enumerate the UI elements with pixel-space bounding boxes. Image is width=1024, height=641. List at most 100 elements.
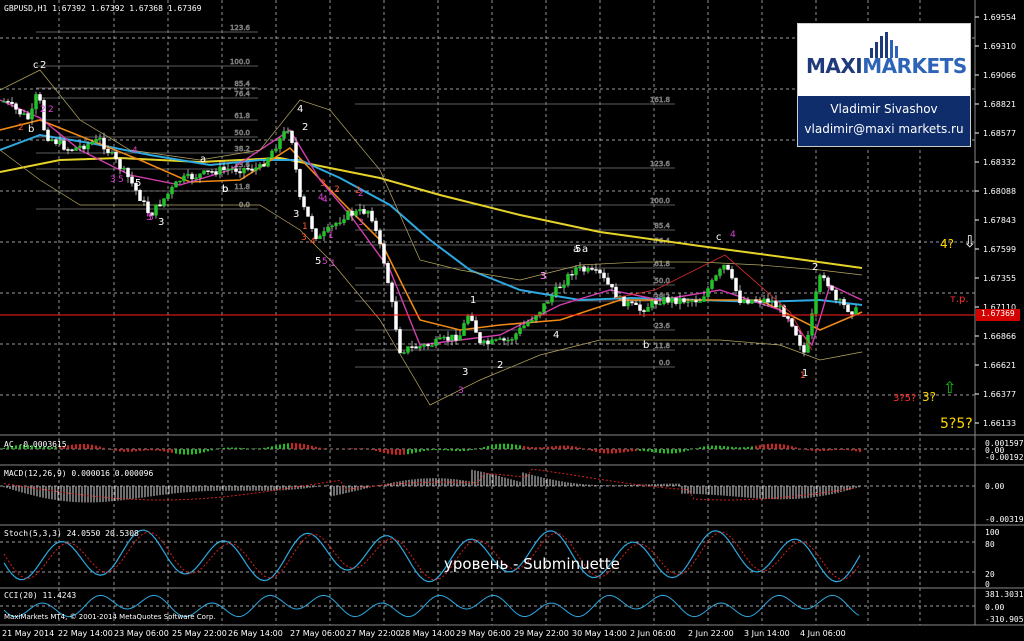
candle-body	[186, 173, 190, 177]
candle	[74, 147, 78, 151]
candle-body	[382, 243, 386, 264]
candle-body	[802, 345, 806, 353]
candle-body	[510, 339, 514, 341]
wave-label-white: a	[573, 244, 579, 255]
candle-body	[350, 210, 354, 216]
candle-body	[490, 339, 494, 345]
candle	[334, 221, 338, 230]
wave-label-magenta: 2	[48, 105, 54, 115]
time-axis-label: 26 May 14:00	[228, 629, 283, 638]
candle-body	[146, 201, 150, 214]
cci-top-value: 381.3031	[985, 590, 1024, 599]
candle-body	[198, 173, 202, 178]
candle	[674, 297, 678, 306]
candle-body	[766, 298, 770, 303]
candle-body	[522, 325, 526, 329]
candle	[226, 163, 230, 176]
candle-body	[686, 301, 690, 303]
candle-body	[234, 168, 238, 172]
wave-label-magenta: 3	[458, 386, 464, 396]
candle	[854, 305, 858, 315]
wave-label-white: b	[643, 340, 649, 351]
candle	[34, 91, 38, 115]
candle	[434, 336, 438, 349]
candle-body	[622, 295, 626, 307]
candle-body	[634, 302, 638, 305]
candle-body	[250, 168, 254, 171]
candle	[730, 265, 734, 281]
candle-body	[370, 210, 374, 222]
candle-body	[30, 108, 34, 120]
candle-body	[678, 298, 682, 304]
macd-zero: 0.00	[985, 482, 1005, 491]
wave-label-red: 2	[334, 185, 340, 195]
candle-body	[270, 150, 274, 159]
candle	[206, 170, 210, 176]
candle-body	[338, 222, 342, 224]
candle-body	[754, 299, 758, 302]
wave-label-white: 5	[135, 178, 141, 189]
candle	[346, 209, 350, 221]
candle-body	[466, 315, 470, 324]
candle-body	[610, 283, 614, 288]
candle-body	[594, 269, 598, 271]
candle-body	[818, 275, 822, 292]
candle-body	[794, 326, 798, 336]
candle	[14, 102, 18, 114]
wave-label-magenta: 1	[328, 231, 334, 241]
wave-label-white: 2	[497, 360, 503, 371]
candle-body	[18, 109, 22, 115]
candle	[258, 162, 262, 171]
candle	[342, 214, 346, 226]
candle	[574, 265, 578, 280]
candle	[602, 268, 606, 282]
candle-body	[626, 301, 630, 307]
candle	[406, 346, 410, 355]
cci-label: CCI(20) 11.4243	[4, 591, 77, 600]
candle-body	[478, 332, 482, 344]
up-arrow-icon: ⇧	[943, 378, 957, 397]
wave-label-magenta: 3	[358, 218, 364, 228]
candle	[582, 264, 586, 276]
cci-zero: 0.00	[985, 603, 1005, 612]
candle	[138, 188, 142, 201]
candle	[586, 265, 590, 274]
candle	[46, 127, 50, 143]
candle-body	[838, 299, 842, 301]
ac-bottom-value: -0.001923	[985, 453, 1024, 462]
candle-body	[698, 301, 702, 303]
wave-zigzag	[614, 254, 813, 351]
cci-bottom-value: -310.905	[985, 615, 1024, 624]
wave-label-white: 2	[40, 60, 46, 71]
candle-body	[70, 149, 74, 151]
candle	[606, 272, 610, 285]
candle-body	[826, 277, 830, 287]
candle-body	[174, 181, 178, 188]
wave-label-red: 2	[18, 123, 24, 133]
candle	[458, 330, 462, 341]
wave-label-white: c	[716, 232, 722, 243]
fibo-left-label: 76.4	[234, 90, 250, 98]
candle	[578, 261, 582, 272]
candle	[714, 274, 718, 282]
ma-blue	[0, 133, 863, 306]
candle-body	[142, 200, 146, 202]
candle-body	[462, 323, 466, 336]
candle	[282, 127, 286, 141]
candle	[18, 108, 22, 118]
candle	[786, 314, 790, 323]
candle	[126, 167, 130, 183]
candle	[570, 270, 574, 281]
candle-body	[474, 320, 478, 333]
candle	[706, 285, 710, 299]
candle-body	[630, 301, 634, 304]
candle-body	[758, 300, 762, 303]
candle	[398, 326, 402, 354]
candle-body	[734, 277, 738, 291]
price-axis-label: 1.66621	[983, 361, 1016, 370]
candle	[814, 290, 818, 318]
candle-body	[210, 171, 214, 173]
candle-body	[310, 216, 314, 229]
price-axis-label: 1.68577	[983, 129, 1016, 138]
candle	[794, 325, 798, 336]
